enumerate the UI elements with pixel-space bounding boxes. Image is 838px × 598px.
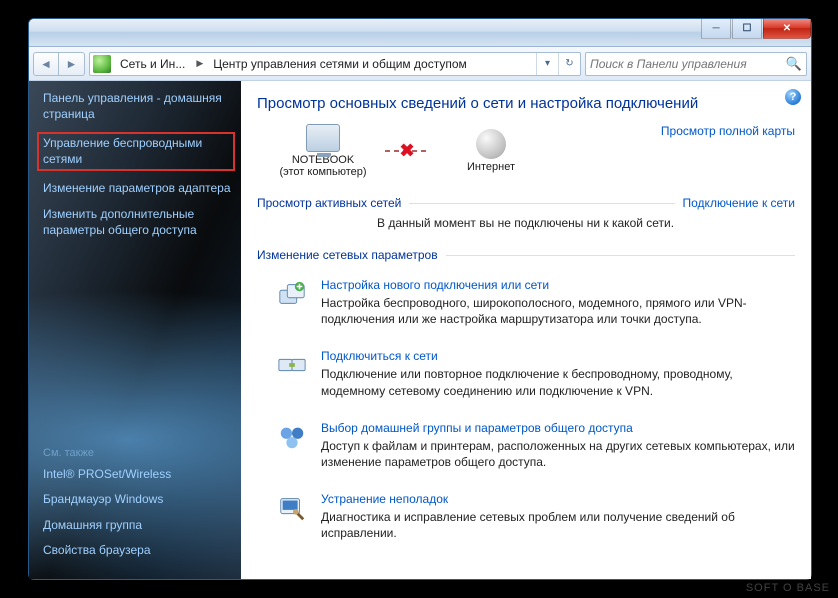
page-title: Просмотр основных сведений о сети и наст… — [257, 95, 795, 112]
task-desc: Настройка беспроводного, широкополосного… — [321, 295, 795, 327]
see-also-link[interactable]: Брандмауэр Windows — [43, 492, 233, 508]
connect-icon — [275, 349, 309, 381]
address-bar: ◄ ► Сеть и Ин... ▶ Центр управления сетя… — [29, 47, 811, 81]
see-also-link[interactable]: Intel® PROSet/Wireless — [43, 467, 233, 483]
task-link[interactable]: Подключиться к сети — [321, 349, 795, 363]
breadcrumb[interactable]: Сеть и Ин... ▶ Центр управления сетями и… — [89, 52, 581, 76]
troubleshoot-icon — [275, 492, 309, 524]
disconnect-icon: ✖ — [399, 141, 414, 162]
node-sublabel: (этот компьютер) — [279, 166, 366, 178]
node-label: Интернет — [467, 161, 515, 173]
breadcrumb-item[interactable]: Центр управления сетями и общим доступом — [207, 53, 474, 75]
help-icon[interactable]: ? — [785, 89, 801, 105]
see-also-link[interactable]: Свойства браузера — [43, 543, 233, 559]
section-label: Просмотр активных сетей — [257, 196, 401, 210]
task-troubleshoot: Устранение неполадок Диагностика и испра… — [257, 482, 795, 553]
sidebar: Панель управления - домашняя страница Уп… — [29, 81, 241, 579]
close-button[interactable]: ✕ — [763, 19, 811, 39]
see-also-link[interactable]: Домашняя группа — [43, 518, 233, 534]
nav-back-button[interactable]: ◄ — [33, 52, 59, 76]
window-buttons: ─ ☐ ✕ — [700, 19, 811, 39]
new-connection-icon — [275, 278, 309, 310]
search-input[interactable] — [590, 57, 784, 71]
task-connect: Подключиться к сети Подключение или повт… — [257, 339, 795, 410]
breadcrumb-item[interactable]: Сеть и Ин... — [114, 53, 192, 75]
task-desc: Доступ к файлам и принтерам, расположенн… — [321, 438, 795, 470]
task-link[interactable]: Выбор домашней группы и параметров общег… — [321, 421, 795, 435]
network-node-computer[interactable]: NOTEBOOK (этот компьютер) — [275, 124, 371, 178]
see-also-title: См. также — [43, 447, 233, 459]
minimize-button[interactable]: ─ — [701, 19, 731, 39]
watermark: SOFT O BASE — [746, 582, 830, 594]
see-also-section: См. также Intel® PROSet/Wireless Брандма… — [43, 447, 233, 569]
task-new-connection: Настройка нового подключения или сети На… — [257, 268, 795, 339]
sidebar-item-sharing[interactable]: Изменить дополнительные параметры общего… — [43, 207, 233, 238]
search-box[interactable]: 🔍 — [585, 52, 807, 76]
connection-broken: ✖ — [385, 150, 429, 152]
task-link[interactable]: Устранение неполадок — [321, 492, 795, 506]
full-map-link[interactable]: Просмотр полной карты — [661, 124, 795, 138]
search-icon: 🔍 — [786, 56, 802, 72]
task-desc: Диагностика и исправление сетевых пробле… — [321, 509, 795, 541]
globe-icon — [476, 129, 506, 159]
nav-forward-button[interactable]: ► — [59, 52, 85, 76]
refresh-button[interactable]: ↻ — [558, 53, 580, 75]
chevron-right-icon: ▶ — [192, 58, 207, 69]
breadcrumb-dropdown[interactable]: ▾ — [536, 53, 558, 75]
control-panel-window: ─ ☐ ✕ ◄ ► Сеть и Ин... ▶ Центр управлени… — [28, 18, 812, 580]
main-content: ? Просмотр основных сведений о сети и на… — [241, 81, 811, 579]
sidebar-home-link[interactable]: Панель управления - домашняя страница — [43, 91, 233, 122]
task-homegroup: Выбор домашней группы и параметров общег… — [257, 411, 795, 482]
connect-network-link[interactable]: Подключение к сети — [683, 196, 795, 210]
section-change-settings: Изменение сетевых параметров — [257, 248, 795, 262]
network-category-icon — [93, 55, 111, 73]
network-node-internet[interactable]: Интернет — [443, 129, 539, 173]
section-label: Изменение сетевых параметров — [257, 248, 438, 262]
sidebar-item-adapter[interactable]: Изменение параметров адаптера — [43, 181, 233, 197]
maximize-button[interactable]: ☐ — [732, 19, 762, 39]
task-link[interactable]: Настройка нового подключения или сети — [321, 278, 795, 292]
homegroup-icon — [275, 421, 309, 453]
network-map: NOTEBOOK (этот компьютер) ✖ Интернет Про… — [275, 124, 795, 178]
computer-icon — [306, 124, 340, 152]
section-active-networks: Просмотр активных сетей Подключение к се… — [257, 196, 795, 210]
titlebar[interactable]: ─ ☐ ✕ — [29, 19, 811, 47]
sidebar-item-wireless[interactable]: Управление беспроводными сетями — [37, 132, 235, 171]
no-networks-text: В данный момент вы не подключены ни к ка… — [377, 216, 795, 230]
task-desc: Подключение или повторное подключение к … — [321, 366, 795, 398]
